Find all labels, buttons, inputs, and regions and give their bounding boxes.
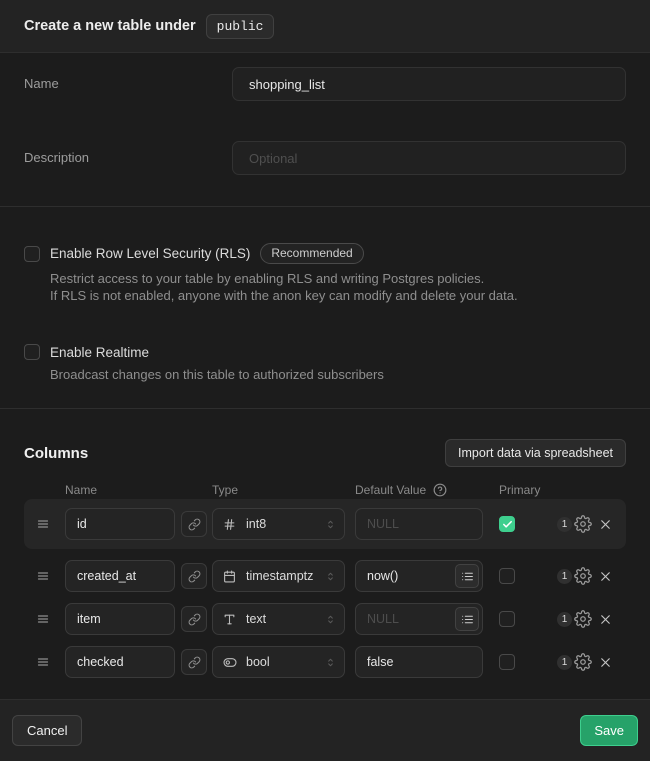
column-type-select[interactable]: timestamptz	[212, 560, 345, 592]
description-label: Description	[24, 141, 232, 165]
save-button[interactable]: Save	[580, 715, 638, 746]
header-type: Type	[212, 483, 355, 497]
primary-key-checkbox[interactable]	[499, 654, 515, 670]
header-name: Name	[65, 483, 212, 497]
foreign-key-link-icon[interactable]	[181, 649, 207, 675]
drag-handle-icon[interactable]	[37, 570, 49, 582]
description-field-row: Description	[24, 141, 626, 175]
dialog-footer: Cancel Save	[0, 700, 650, 761]
type-icon	[223, 613, 237, 626]
dialog-title: Create a new table under	[24, 18, 196, 34]
column-name-input[interactable]	[65, 603, 175, 635]
column-type-label: int8	[246, 517, 325, 531]
column-name-input[interactable]	[65, 560, 175, 592]
remove-column-icon[interactable]	[598, 569, 614, 584]
remove-column-icon[interactable]	[598, 612, 614, 627]
toggle-icon	[223, 656, 237, 669]
gear-icon	[574, 610, 592, 628]
rls-description-line2: If RLS is not enabled, anyone with the a…	[50, 287, 626, 304]
realtime-block: Enable Realtime Broadcast changes on thi…	[24, 344, 626, 383]
foreign-key-link-icon[interactable]	[181, 563, 207, 589]
columns-rows: int8 1	[24, 499, 626, 678]
realtime-head: Enable Realtime	[24, 344, 626, 360]
calendar-icon	[223, 570, 237, 583]
rls-checkbox[interactable]	[24, 246, 40, 262]
dialog-header: Create a new table under public	[0, 0, 650, 53]
column-type-select[interactable]: bool	[212, 646, 345, 678]
import-spreadsheet-button[interactable]: Import data via spreadsheet	[445, 439, 626, 467]
realtime-label: Enable Realtime	[50, 345, 149, 360]
primary-key-checkbox[interactable]	[499, 516, 515, 532]
primary-key-checkbox[interactable]	[499, 611, 515, 627]
column-row-checked: bool 1	[24, 646, 626, 678]
drag-handle-icon[interactable]	[37, 518, 49, 530]
realtime-checkbox[interactable]	[24, 344, 40, 360]
chevron-updown-icon	[325, 612, 336, 627]
gear-icon	[574, 567, 592, 585]
column-default-input[interactable]	[355, 508, 483, 540]
column-type-label: timestamptz	[246, 569, 325, 583]
rls-head: Enable Row Level Security (RLS) Recommen…	[24, 243, 626, 264]
rls-label: Enable Row Level Security (RLS)	[50, 246, 250, 261]
settings-count-badge: 1	[557, 517, 572, 532]
drag-handle-icon[interactable]	[37, 613, 49, 625]
column-settings-button[interactable]: 1	[557, 567, 593, 585]
create-table-dialog: Create a new table under public Name Des…	[0, 0, 650, 761]
column-name-input[interactable]	[65, 646, 175, 678]
columns-section: Columns Import data via spreadsheet Name…	[0, 409, 650, 700]
schema-badge: public	[206, 14, 275, 39]
rls-description-line1: Restrict access to your table by enablin…	[50, 270, 626, 287]
column-settings-button[interactable]: 1	[557, 653, 593, 671]
column-name-input[interactable]	[65, 508, 175, 540]
remove-column-icon[interactable]	[598, 517, 614, 532]
column-type-select[interactable]: text	[212, 603, 345, 635]
help-icon[interactable]	[433, 483, 447, 497]
default-value-menu-icon[interactable]	[455, 607, 479, 631]
columns-heading: Columns	[24, 445, 88, 462]
header-primary: Primary	[499, 483, 626, 497]
chevron-updown-icon	[325, 655, 336, 670]
header-default-value: Default Value	[355, 483, 426, 497]
realtime-description: Broadcast changes on this table to autho…	[50, 366, 626, 383]
column-settings-button[interactable]: 1	[557, 515, 593, 533]
options-section: Enable Row Level Security (RLS) Recommen…	[0, 207, 650, 409]
basic-info-section: Name Description	[0, 53, 650, 207]
column-type-select[interactable]: int8	[212, 508, 345, 540]
settings-count-badge: 1	[557, 655, 572, 670]
column-type-label: bool	[246, 655, 325, 669]
cancel-button[interactable]: Cancel	[12, 715, 82, 746]
column-settings-button[interactable]: 1	[557, 610, 593, 628]
default-value-menu-icon[interactable]	[455, 564, 479, 588]
chevron-updown-icon	[325, 517, 336, 532]
column-default-input[interactable]	[355, 646, 483, 678]
gear-icon	[574, 515, 592, 533]
rls-description: Restrict access to your table by enablin…	[50, 270, 626, 304]
gear-icon	[574, 653, 592, 671]
settings-count-badge: 1	[557, 569, 572, 584]
column-row-item: text 1	[24, 603, 626, 635]
recommended-badge: Recommended	[260, 243, 363, 264]
columns-head-line: Columns Import data via spreadsheet	[24, 439, 626, 467]
table-description-input[interactable]	[232, 141, 626, 175]
column-row-id: int8 1	[24, 499, 626, 549]
drag-handle-icon[interactable]	[37, 656, 49, 668]
chevron-updown-icon	[325, 569, 336, 584]
hash-icon	[223, 518, 237, 531]
primary-key-checkbox[interactable]	[499, 568, 515, 584]
name-field-row: Name	[24, 67, 626, 101]
table-name-input[interactable]	[232, 67, 626, 101]
foreign-key-link-icon[interactable]	[181, 511, 207, 537]
rls-block: Enable Row Level Security (RLS) Recommen…	[24, 243, 626, 304]
column-row-created-at: timestamptz 1	[24, 560, 626, 592]
foreign-key-link-icon[interactable]	[181, 606, 207, 632]
remove-column-icon[interactable]	[598, 655, 614, 670]
settings-count-badge: 1	[557, 612, 572, 627]
name-label: Name	[24, 67, 232, 91]
columns-grid-headers: Name Type Default Value Primary	[24, 483, 626, 497]
column-type-label: text	[246, 612, 325, 626]
